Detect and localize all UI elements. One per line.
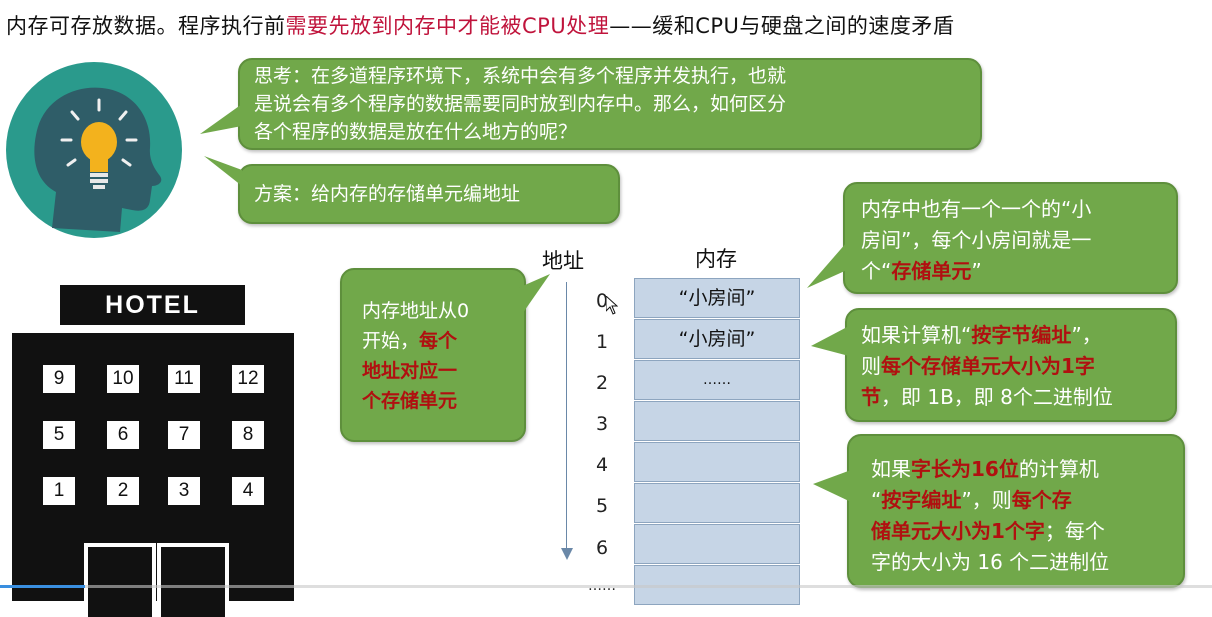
address-axis-line [566,282,567,552]
address-label: 4 [595,454,609,476]
address-line-2a: 开始， [362,330,420,352]
address-label: 2 [595,372,609,394]
think-bubble: 思考：在多道程序环境下，系统中会有多个程序并发执行，也就 是说会有多个程序的数据… [200,58,982,150]
word-line-3a: 储单元大小为 [871,519,991,543]
memory-cell [634,483,800,523]
address-line-3: 地址对应一 [362,360,458,382]
hotel-window: 1 [43,477,75,505]
word-line-1a: 如果 [871,457,911,481]
memory-cell [634,401,800,441]
think-line-2: 是说会有多个程序的数据需要同时放到内存中。那么，如何区分 [254,93,787,115]
address-label: 1 [595,331,609,353]
page-title: 内存可存放数据。程序执行前需要先放到内存中才能被CPU处理——缓和CPU与硬盘之… [6,10,954,40]
address-column-header: 地址 [542,249,584,273]
word-line-2b: 按字编址 [881,488,962,512]
address-axis-arrow-icon [561,548,573,560]
hotel-building-icon: 9 10 11 12 5 6 7 8 1 2 3 4 [12,333,294,617]
title-part-3: ——缓和CPU与硬盘之间的速度矛盾 [609,14,955,38]
word-line-3c: ；每个 [1044,519,1105,543]
word-line-1b: 字长为16位 [911,457,1019,481]
memory-cell: “小房间” [634,278,800,318]
word-line-4: 字的大小为 16 个二进制位 [871,550,1110,574]
think-line-3: 各个程序的数据是放在什么地方的呢？ [254,121,578,143]
address-label: 6 [595,537,609,559]
word-line-2a: “ [871,488,882,512]
word-line-2d: 每个存 [1011,488,1072,512]
title-part-2: 需要先放到内存中才能被CPU处理 [285,14,610,38]
address-line-2b: 每个 [419,330,458,352]
hotel-door [84,543,156,617]
byte-addressing-bubble: 如果计算机“按字节编址”， 则每个存储单元大小为1字 节，即 1B，即 8个二进… [811,308,1177,422]
byte-line-1a: 如果计算机“ [861,323,972,347]
hotel-door [157,543,229,617]
title-part-1: 内存可存放数据。程序执行前 [6,14,286,38]
room-bubble: 内存中也有一个一个的“小 房间”，每个小房间就是一 个“存储单元” [807,182,1178,294]
byte-line-3b: ，即 1B，即 8个二进制位 [881,385,1113,409]
address-label: 5 [595,495,609,517]
plan-bubble: 方案：给内存的存储单元编地址 [204,156,620,224]
hotel-window: 5 [43,421,75,449]
hotel-window: 3 [168,477,200,505]
byte-line-2a: 则 [861,354,881,378]
video-progress-fill [0,585,85,588]
hotel-window: 10 [107,365,139,393]
room-line-3c: ” [971,259,982,283]
word-addressing-bubble: 如果字长为16位的计算机 “按字编址”，则每个存 储单元大小为1个字；每个 字的… [813,434,1185,588]
room-line-3b: 存储单元 [891,259,972,283]
hotel-window: 12 [232,365,264,393]
think-line-1: 思考：在多道程序环境下，系统中会有多个程序并发执行，也就 [254,65,787,87]
address-label: 3 [595,413,609,435]
video-progress-track[interactable] [0,585,1212,588]
memory-cell: “小房间” [634,319,800,359]
word-line-2c: ”，则 [961,488,1012,512]
memory-cell [634,524,800,564]
hotel-window: 2 [107,477,139,505]
head-lightbulb-icon [6,62,182,238]
hotel-window: 8 [232,421,264,449]
mouse-cursor-icon [606,296,618,315]
byte-line-1c: ”， [1071,323,1102,347]
hotel-window: 7 [168,421,200,449]
memory-cell [634,442,800,482]
byte-line-1b: 按字节编址 [971,323,1072,347]
room-line-2: 房间”，每个小房间就是一 [861,228,1092,252]
room-line-1: 内存中也有一个一个的“小 [861,197,1092,221]
word-line-3b: 1个字 [991,519,1045,543]
hotel-sign: HOTEL [60,285,245,325]
room-line-3a: 个“ [861,259,892,283]
memory-cell: …… [634,360,800,400]
address-bubble: 内存地址从0 开始，每个 地址对应一 个存储单元 [340,268,550,442]
plan-text: 方案：给内存的存储单元编地址 [254,183,521,205]
hotel-window: 9 [43,365,75,393]
hotel-window: 6 [107,421,139,449]
memory-column-header: 内存 [695,247,737,271]
word-line-1c: 的计算机 [1018,457,1099,481]
hotel-window: 4 [232,477,264,505]
byte-line-2b: 每个存储单元大小为 [881,354,1061,378]
address-line-4: 个存储单元 [362,390,458,412]
hotel-window: 11 [168,365,200,393]
byte-line-3a: 节 [861,385,881,409]
byte-line-2c: 1字 [1061,354,1095,378]
address-line-1: 内存地址从0 [362,300,470,322]
